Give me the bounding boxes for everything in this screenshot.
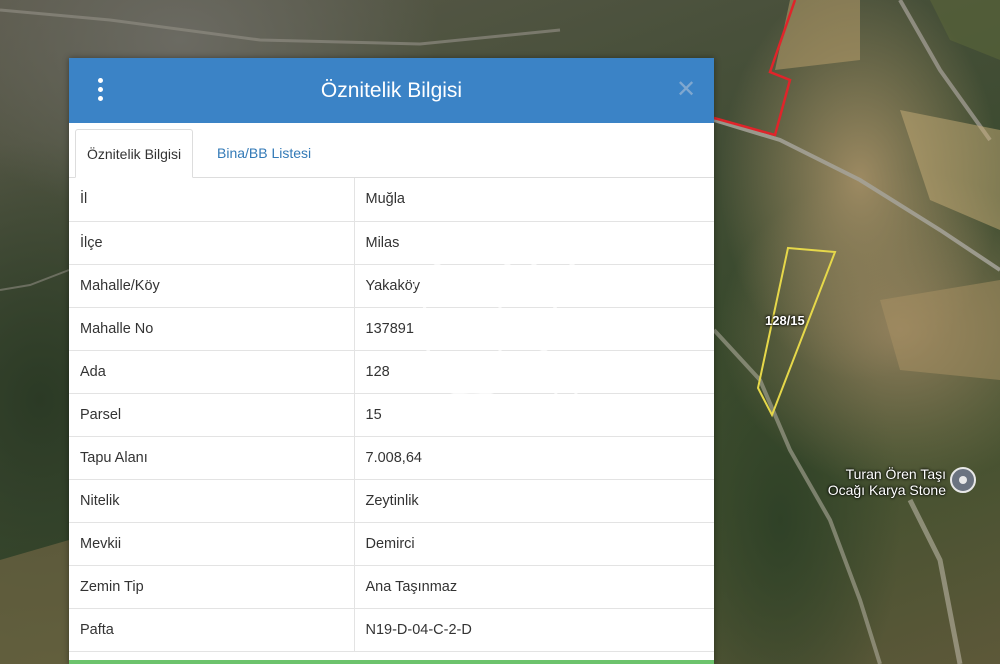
row-value: 7.008,64 xyxy=(354,436,714,480)
table-row: Parsel 15 xyxy=(69,393,714,437)
table-row: İl Muğla xyxy=(69,178,714,222)
row-value: 15 xyxy=(354,393,714,437)
attribute-panel: Öznitelik Bilgisi ✕ Öznitelik Bilgisi Bi… xyxy=(69,58,714,664)
table-row: Pafta N19-D-04-C-2-D xyxy=(69,608,714,652)
tab-attribute-info[interactable]: Öznitelik Bilgisi xyxy=(75,129,194,178)
location-pin-icon[interactable] xyxy=(950,467,976,493)
table-row: Mahalle No 137891 xyxy=(69,307,714,351)
row-key: Mahalle/Köy xyxy=(69,264,355,308)
row-key: Ada xyxy=(69,350,355,394)
table-row: Tapu Alanı 7.008,64 xyxy=(69,436,714,480)
bottom-strip xyxy=(69,660,714,664)
row-value: Milas xyxy=(354,221,714,265)
attribute-table: İl Muğla İlçe Milas Mahalle/Köy Yakaköy … xyxy=(69,178,714,652)
poi-label-line2: Ocağı Karya Stone xyxy=(827,482,946,498)
row-value: 137891 xyxy=(354,307,714,351)
poi-label-line1: Turan Ören Taşı xyxy=(845,466,946,482)
row-key: Parsel xyxy=(69,393,355,437)
row-key: İl xyxy=(69,178,355,222)
row-value: Ana Taşınmaz xyxy=(354,565,714,609)
row-key: Nitelik xyxy=(69,479,355,523)
table-row: İlçe Milas xyxy=(69,221,714,265)
row-key: Tapu Alanı xyxy=(69,436,355,480)
table-row: Nitelik Zeytinlik xyxy=(69,479,714,523)
table-row: Zemin Tip Ana Taşınmaz xyxy=(69,565,714,609)
row-key: Mevkii xyxy=(69,522,355,566)
panel-title: Öznitelik Bilgisi xyxy=(320,79,463,102)
panel-header: Öznitelik Bilgisi ✕ xyxy=(69,58,714,123)
row-value: N19-D-04-C-2-D xyxy=(354,608,714,652)
table-row: Ada 128 xyxy=(69,350,714,394)
row-value: Demirci xyxy=(354,522,714,566)
tab-building-list[interactable]: Bina/BB Listesi xyxy=(206,129,322,177)
row-key: Pafta xyxy=(69,608,355,652)
poi-label[interactable]: Turan Ören Taşı Ocağı Karya Stone xyxy=(790,466,946,498)
close-icon[interactable]: ✕ xyxy=(674,75,698,105)
parcel-label: 128/15 xyxy=(765,313,805,328)
row-key: Zemin Tip xyxy=(69,565,355,609)
row-value: 128 xyxy=(354,350,714,394)
table-row: Mahalle/Köy Yakaköy xyxy=(69,264,714,308)
row-value: Muğla xyxy=(354,178,714,222)
row-key: Mahalle No xyxy=(69,307,355,351)
row-value: Yakaköy xyxy=(354,264,714,308)
tab-bar: Öznitelik Bilgisi Bina/BB Listesi xyxy=(69,123,714,178)
row-key: İlçe xyxy=(69,221,355,265)
table-row: Mevkii Demirci xyxy=(69,522,714,566)
row-value: Zeytinlik xyxy=(354,479,714,523)
